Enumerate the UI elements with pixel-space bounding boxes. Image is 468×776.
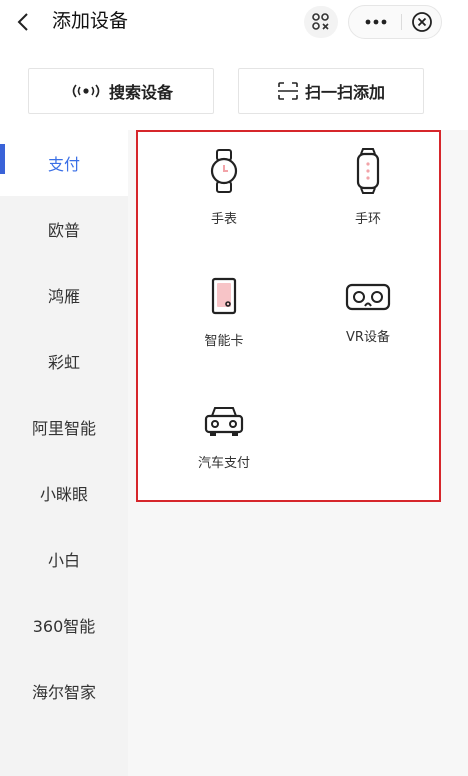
sidebar-item-label: 阿里智能 [31, 419, 96, 438]
device-band[interactable]: 手环 [308, 148, 428, 227]
more-icon[interactable] [361, 14, 391, 30]
search-devices-button[interactable]: 搜索设备 [28, 68, 214, 114]
signal-broadcast-icon [72, 84, 100, 98]
band-icon [356, 148, 380, 194]
device-vr[interactable]: VR设备 [308, 282, 428, 345]
device-watch[interactable]: 手表 [164, 148, 284, 227]
header-bar: 添加设备 [0, 0, 468, 44]
device-grid: 手表 手环 智能卡 VR设备 汽车支付 [136, 130, 441, 502]
search-devices-label: 搜索设备 [108, 83, 173, 102]
scan-to-add-label: 扫一扫添加 [304, 83, 385, 102]
sidebar-item-label: 支付 [47, 155, 80, 174]
watch-icon [210, 149, 238, 193]
device-label: 汽车支付 [197, 456, 250, 471]
sidebar-item-xiaobai[interactable]: 小白 [0, 526, 128, 592]
sidebar-item-haier[interactable]: 海尔智家 [0, 658, 128, 724]
sidebar-item-ali-smart[interactable]: 阿里智能 [0, 394, 128, 460]
sidebar-item-label: 360智能 [32, 617, 96, 636]
active-indicator [0, 144, 5, 174]
close-icon[interactable] [411, 11, 433, 33]
back-arrow-icon[interactable] [12, 10, 36, 34]
scan-qr-icon [312, 13, 329, 30]
device-smart-card[interactable]: 智能卡 [164, 276, 284, 349]
sidebar-item-360-smart[interactable]: 360智能 [0, 592, 128, 658]
sidebar-item-xiaomiyan[interactable]: 小眯眼 [0, 460, 128, 526]
card-icon [211, 277, 237, 315]
sidebar-item-label: 海尔智家 [31, 683, 96, 702]
sidebar-item-rainbow[interactable]: 彩虹 [0, 328, 128, 394]
device-car-pay[interactable]: 汽车支付 [164, 404, 284, 471]
brand-sidebar: 支付 欧普 鸿雁 彩虹 阿里智能 小眯眼 小白 360智能 海尔智家 [0, 130, 128, 776]
scan-to-add-button[interactable]: 扫一扫添加 [238, 68, 424, 114]
page-title: 添加设备 [52, 10, 129, 32]
scan-frame-icon [277, 82, 298, 100]
sidebar-item-label: 鸿雁 [47, 287, 80, 306]
device-label: 手表 [210, 212, 237, 227]
sidebar-item-hongyan[interactable]: 鸿雁 [0, 262, 128, 328]
car-icon [204, 407, 244, 436]
scan-qr-button[interactable] [304, 6, 338, 38]
sidebar-item-pay[interactable]: 支付 [0, 130, 128, 196]
mini-program-capsule [348, 5, 442, 39]
sidebar-item-label: 彩虹 [47, 353, 80, 372]
vr-icon [345, 283, 391, 311]
device-label: 手环 [354, 212, 381, 227]
capsule-divider [401, 14, 402, 30]
sidebar-item-label: 小白 [47, 551, 80, 570]
device-label: 智能卡 [204, 334, 244, 349]
sidebar-item-label: 欧普 [47, 221, 80, 240]
device-label: VR设备 [346, 330, 390, 345]
sidebar-item-opple[interactable]: 欧普 [0, 196, 128, 262]
sidebar-item-label: 小眯眼 [39, 485, 88, 504]
